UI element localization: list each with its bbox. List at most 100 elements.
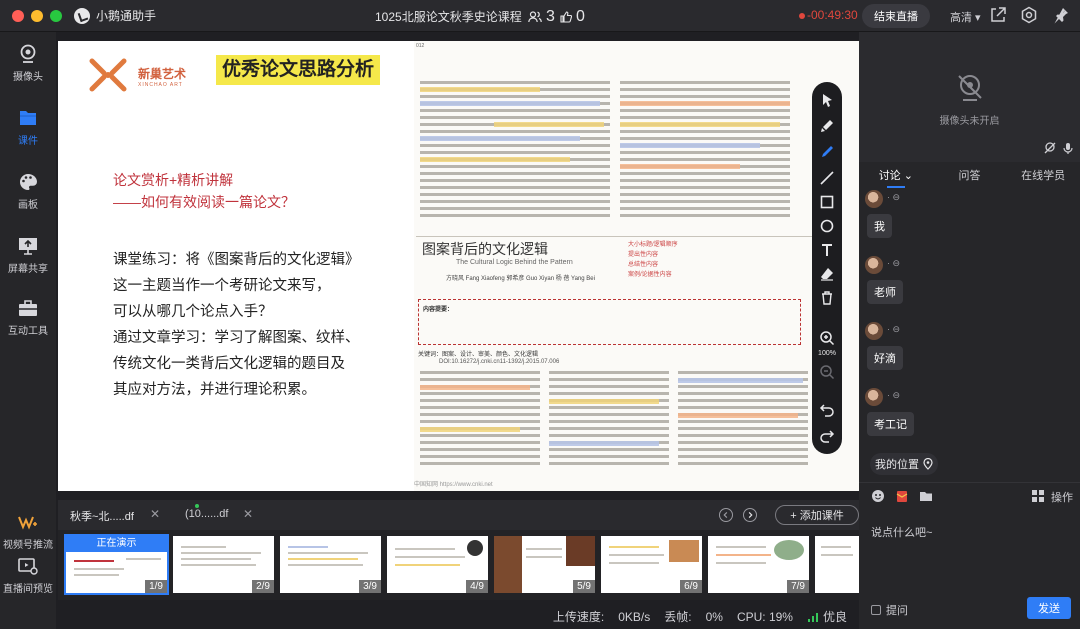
paper-line <box>620 164 740 169</box>
sidebar-item-whiteboard[interactable]: 画板 <box>0 172 56 211</box>
viewer-count-value: 3 <box>546 8 555 25</box>
paper-line <box>549 448 669 451</box>
message-meta-dot: · <box>887 258 890 268</box>
undo-icon[interactable] <box>819 402 835 418</box>
tab-discussion[interactable]: 讨论 ⌄ <box>859 164 933 188</box>
paper-line <box>494 122 604 127</box>
message-meta-dot: · <box>887 192 890 202</box>
end-live-button[interactable]: 结束直播 <box>862 4 930 28</box>
courseware-tab[interactable]: (10......df <box>185 508 228 520</box>
thumb-page-number: 3/9 <box>359 580 381 593</box>
send-button[interactable]: 发送 <box>1027 597 1071 619</box>
paper-line <box>420 371 540 374</box>
close-tab-icon[interactable]: ✕ <box>243 507 253 521</box>
slide-thumbnail[interactable] <box>815 536 859 593</box>
highlighter-icon[interactable] <box>819 118 835 134</box>
rectangle-icon[interactable] <box>819 194 835 210</box>
paper-line <box>620 143 760 148</box>
slide-thumbnail[interactable]: 6/9 <box>601 536 702 593</box>
app-window: 小鹅通助手 1025北服论文秋季史论课程 3 0 -00:49:30 结束直播 … <box>0 0 1080 629</box>
slide-thumbnail[interactable]: 5/9 <box>494 536 595 593</box>
sidebar-item-interactive-tools[interactable]: 互动工具 <box>0 298 56 337</box>
paper-line <box>420 130 610 133</box>
close-tab-icon[interactable]: ✕ <box>150 507 160 521</box>
eraser-icon[interactable] <box>819 266 835 282</box>
my-location-button[interactable]: 我的位置 <box>870 453 938 475</box>
folder-icon[interactable] <box>919 489 933 503</box>
sidebar-item-label: 互动工具 <box>8 326 48 337</box>
add-courseware-button[interactable]: + 添加课件 <box>775 505 859 525</box>
chat-input[interactable]: 说点什么吧~ <box>871 524 932 540</box>
settings-gear-icon[interactable] <box>1020 6 1038 24</box>
tab-online-students[interactable]: 在线学员 <box>1006 164 1080 188</box>
paper-line <box>420 186 610 189</box>
message-meta: · ⊖ <box>887 390 900 401</box>
sidebar-item-courseware[interactable]: 课件 <box>0 108 56 147</box>
slide-thumbnail[interactable]: 正在演示 1/9 <box>64 534 169 595</box>
paper-line <box>678 420 808 423</box>
camera-toggle-icon[interactable] <box>1044 142 1056 154</box>
slide-thumbnail[interactable]: 4/9 <box>387 536 488 593</box>
cpu-usage: CPU: 19% <box>736 609 793 624</box>
body-line: 通过文章学习：学习了解图案、纹样、 <box>113 330 360 346</box>
slide-red-heading: 论文赏析+精析讲解 ——如何有效阅读一篇论文？ <box>113 169 295 213</box>
sidebar-item-camera[interactable]: 摄像头 <box>0 44 56 83</box>
avatar[interactable] <box>865 322 883 340</box>
sidebar-item-label: 视频号推流 <box>3 540 53 551</box>
message-meta: · ⊖ <box>887 192 900 203</box>
slide-thumbnail[interactable]: 7/9 <box>708 536 809 593</box>
sidebar-item-live-preview[interactable]: 直播间预览 <box>0 556 56 595</box>
pen-icon[interactable] <box>819 144 835 160</box>
maximize-window-button[interactable] <box>50 9 62 22</box>
courseware-tab[interactable]: 秋季~北.....df <box>70 508 134 524</box>
line-icon[interactable] <box>819 170 835 186</box>
circle-icon[interactable] <box>819 218 835 234</box>
body-line: 可以从哪几个论点入手？ <box>113 304 273 320</box>
next-page-icon[interactable] <box>743 508 757 522</box>
slide-title: 优秀论文思路分析 <box>216 55 381 85</box>
share-icon[interactable] <box>989 6 1007 24</box>
trash-icon[interactable] <box>819 290 835 306</box>
sidebar-item-label: 摄像头 <box>13 72 43 83</box>
paper-line <box>420 157 570 162</box>
minimize-window-button[interactable] <box>31 9 43 22</box>
avatar[interactable] <box>865 256 883 274</box>
grid-icon[interactable] <box>1031 489 1045 503</box>
paper-line <box>420 200 610 203</box>
tab-qa[interactable]: 问答 <box>933 164 1007 188</box>
zoom-out-icon[interactable] <box>819 364 835 380</box>
slide-thumbnail[interactable]: 2/9 <box>173 536 274 593</box>
redo-icon[interactable] <box>819 428 835 444</box>
avatar[interactable] <box>865 190 883 208</box>
chat-tabs: 讨论 ⌄ 问答 在线学员 <box>859 164 1080 188</box>
avatar[interactable] <box>865 388 883 406</box>
sidebar-item-screen-share[interactable]: 屏幕共享 <box>0 236 56 275</box>
paper-line <box>549 406 669 409</box>
paper-line <box>620 130 790 133</box>
paper-line <box>549 455 669 458</box>
actions-button[interactable]: 操作 <box>1051 489 1073 505</box>
sidebar-item-channels-stream[interactable]: 视频号推流 <box>0 512 56 551</box>
red-packet-icon[interactable] <box>895 489 909 503</box>
sidebar-item-label: 屏幕共享 <box>8 264 48 275</box>
close-window-button[interactable] <box>12 9 24 22</box>
red-heading-line: ——如何有效阅读一篇论文？ <box>113 194 295 210</box>
text-tool-icon[interactable] <box>819 242 835 258</box>
emoji-icon[interactable] <box>871 489 885 503</box>
quality-select[interactable]: 高清 ▾ <box>950 9 981 25</box>
slide-thumbnail[interactable]: 3/9 <box>280 536 381 593</box>
zoom-in-icon[interactable] <box>819 330 835 346</box>
prev-page-icon[interactable] <box>719 508 733 522</box>
paper-line <box>420 116 610 119</box>
my-location-label: 我的位置 <box>875 459 919 471</box>
pin-icon[interactable] <box>1052 6 1070 24</box>
sidebar-item-label: 画板 <box>18 200 38 211</box>
screen-share-icon <box>19 238 37 255</box>
paper-line <box>549 378 669 381</box>
message-meta-dot: · <box>887 390 890 400</box>
paper-line <box>420 448 540 451</box>
ask-question-checkbox[interactable]: 提问 <box>871 602 908 618</box>
microphone-icon[interactable] <box>1062 142 1074 154</box>
pointer-icon[interactable] <box>819 92 835 108</box>
body-line: 这一主题当作一个考研论文来写， <box>113 278 331 294</box>
